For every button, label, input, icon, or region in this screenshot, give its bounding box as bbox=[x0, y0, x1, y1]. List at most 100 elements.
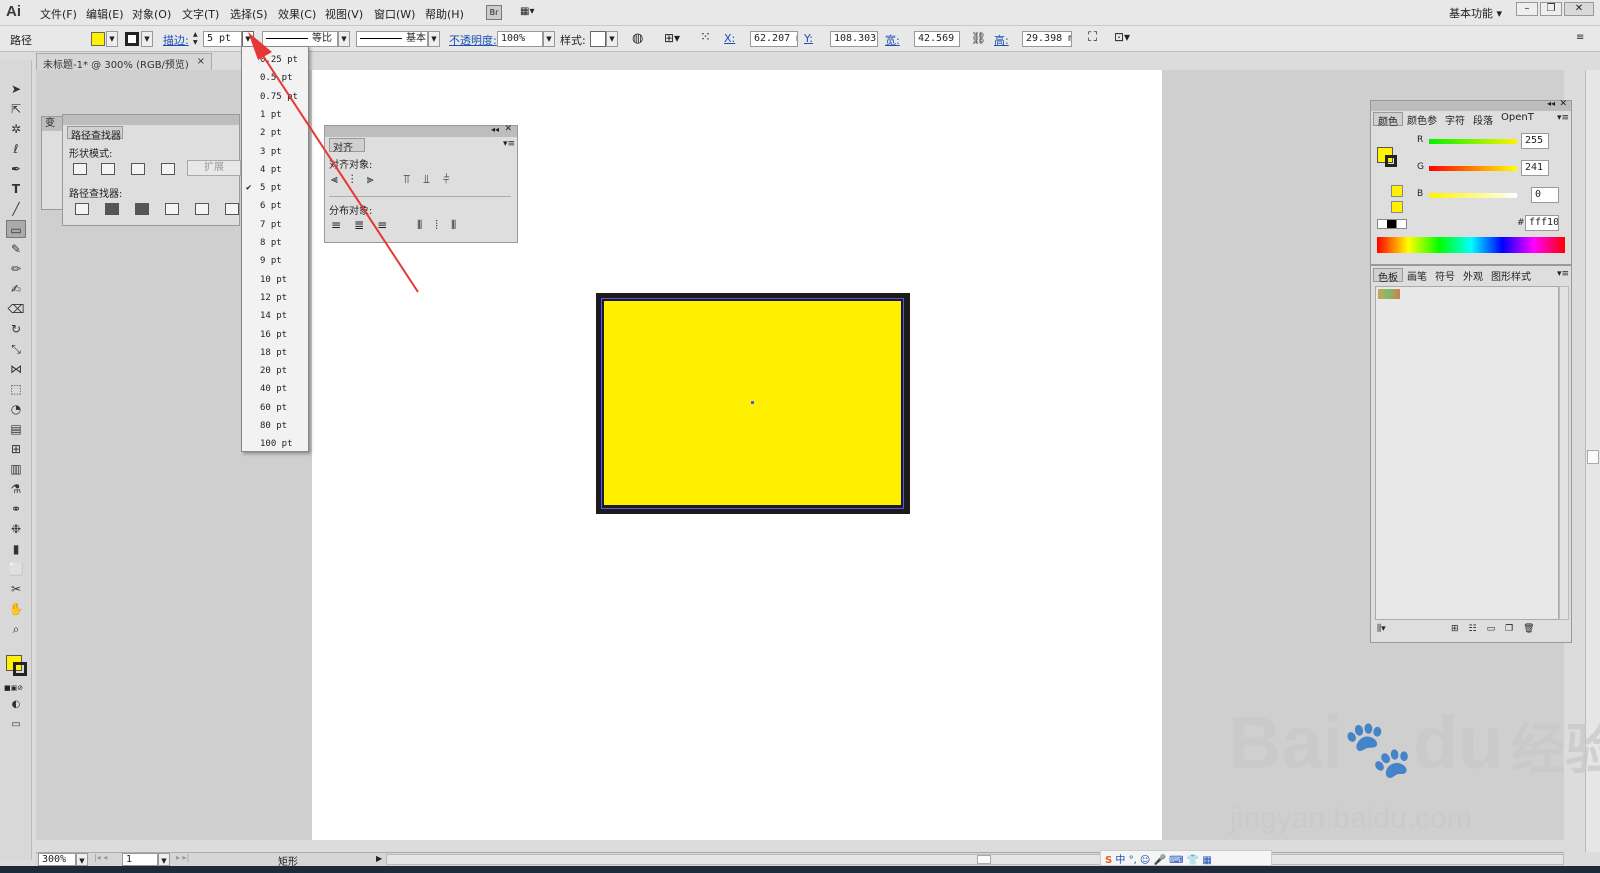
tab-graphic-styles[interactable]: 图形样式 bbox=[1487, 268, 1535, 283]
direct-selection-tool-icon[interactable]: ⇱ bbox=[6, 100, 26, 118]
tab-symbols[interactable]: 符号 bbox=[1431, 268, 1459, 283]
zoom-field[interactable]: 300% bbox=[38, 853, 76, 866]
pathfinder-panel-header[interactable] bbox=[63, 115, 239, 125]
stroke-option[interactable]: 80 pt bbox=[242, 417, 308, 435]
color-collapse-icon[interactable]: ◂◂ bbox=[1547, 99, 1555, 108]
menu-edit[interactable]: 编辑(E) bbox=[86, 6, 124, 22]
minus-front-icon[interactable] bbox=[101, 163, 115, 175]
tab-paragraph[interactable]: 段落 bbox=[1469, 112, 1497, 127]
menu-object[interactable]: 对象(O) bbox=[132, 6, 171, 22]
hex-field[interactable]: fff100 bbox=[1525, 215, 1559, 231]
magic-wand-tool-icon[interactable]: ✲ bbox=[6, 120, 26, 138]
tab-appearance[interactable]: 外观 bbox=[1459, 268, 1487, 283]
unite-icon[interactable] bbox=[73, 163, 87, 175]
r-slider[interactable] bbox=[1429, 139, 1517, 144]
menu-file[interactable]: 文件(F) bbox=[40, 6, 77, 22]
g-field[interactable]: 241 bbox=[1521, 160, 1549, 176]
fill-dropdown[interactable]: ▼ bbox=[106, 31, 118, 47]
fill-swatch[interactable] bbox=[91, 32, 105, 46]
workspace-switcher[interactable]: 基本功能 ▾ bbox=[1449, 5, 1502, 21]
bridge-button[interactable]: Br bbox=[486, 5, 502, 20]
x-link[interactable]: X: bbox=[724, 32, 735, 45]
document-close-icon[interactable]: × bbox=[197, 56, 205, 67]
menu-effect[interactable]: 效果(C) bbox=[278, 6, 316, 22]
trim-icon[interactable] bbox=[105, 203, 119, 215]
opacity-field[interactable]: 100% bbox=[497, 31, 543, 47]
swatch-list[interactable] bbox=[1375, 286, 1559, 620]
arrange-documents-button[interactable]: ▦▾ bbox=[520, 6, 542, 19]
line-tool-icon[interactable]: ╱ bbox=[6, 200, 26, 218]
stroke-option[interactable]: 40 pt bbox=[242, 380, 308, 398]
tab-brushes[interactable]: 画笔 bbox=[1403, 268, 1431, 283]
blob-brush-tool-icon[interactable]: ✍ bbox=[6, 280, 26, 298]
shape-builder-tool-icon[interactable]: ◔ bbox=[6, 400, 26, 418]
draw-mode-icon[interactable]: ◐ bbox=[6, 696, 26, 714]
color-stroke-box[interactable] bbox=[1385, 155, 1397, 167]
stroke-option[interactable]: 18 pt bbox=[242, 344, 308, 362]
align-collapse-icon[interactable]: ◂◂ bbox=[491, 125, 499, 134]
color-panel-menu-icon[interactable]: ▾≡ bbox=[1557, 113, 1569, 123]
artboard-dropdown[interactable]: ▼ bbox=[158, 853, 170, 866]
outline-icon[interactable] bbox=[195, 203, 209, 215]
swatches-menu-icon[interactable]: ▾≡ bbox=[1557, 269, 1569, 279]
stroke-spinner[interactable]: ▲ ▼ bbox=[193, 31, 202, 47]
color-spectrum[interactable] bbox=[1377, 237, 1565, 253]
pencil-tool-icon[interactable]: ✏ bbox=[6, 260, 26, 278]
menu-view[interactable]: 视图(V) bbox=[325, 6, 363, 22]
width-field[interactable]: 42.569 m bbox=[914, 31, 960, 47]
restore-button[interactable]: ❐ bbox=[1540, 2, 1562, 16]
type-tool-icon[interactable]: T bbox=[6, 180, 26, 198]
swatch-libraries-icon[interactable]: ⫼▾ bbox=[1377, 624, 1386, 634]
menu-type[interactable]: 文字(T) bbox=[182, 6, 219, 22]
status-menu-arrow[interactable]: ▶ bbox=[376, 854, 382, 863]
opacity-dropdown[interactable]: ▼ bbox=[543, 31, 555, 47]
x-field[interactable]: 62.207 m bbox=[750, 31, 798, 47]
hand-tool-icon[interactable]: ✋ bbox=[6, 600, 26, 618]
divide-icon[interactable] bbox=[75, 203, 89, 215]
transform-options-icon[interactable]: ⊡▾ bbox=[1114, 30, 1130, 44]
mesh-tool-icon[interactable]: ⊞ bbox=[6, 440, 26, 458]
align-close-icon[interactable]: ✕ bbox=[504, 124, 512, 134]
paintbrush-tool-icon[interactable]: ✎ bbox=[6, 240, 26, 258]
perspective-grid-tool-icon[interactable]: ▤ bbox=[6, 420, 26, 438]
stroke-option[interactable]: 16 pt bbox=[242, 326, 308, 344]
ime-tools-icons[interactable]: °, ☺ 🎤 ⌨ 👕 ▦ bbox=[1129, 855, 1212, 866]
web-safe-swatch[interactable] bbox=[1391, 201, 1403, 213]
constrain-proportions-icon[interactable]: ⛓ bbox=[971, 31, 986, 45]
close-window-button[interactable]: ✕ bbox=[1564, 2, 1594, 16]
height-field[interactable]: 29.398 m bbox=[1022, 31, 1072, 47]
next-artboard-icon[interactable]: ▸ ▸| bbox=[176, 853, 189, 862]
color-close-icon[interactable]: ✕ bbox=[1559, 99, 1567, 109]
stroke-color-box[interactable] bbox=[13, 662, 27, 676]
b-slider[interactable] bbox=[1429, 193, 1517, 198]
minimize-button[interactable]: – bbox=[1516, 2, 1538, 16]
eyedropper-tool-icon[interactable]: ⚗ bbox=[6, 480, 26, 498]
tab-swatches[interactable]: 色板 bbox=[1373, 268, 1403, 284]
stroke-option[interactable]: 14 pt bbox=[242, 307, 308, 325]
out-of-gamut-swatch[interactable] bbox=[1391, 185, 1403, 197]
crop-icon[interactable] bbox=[165, 203, 179, 215]
control-menu-icon[interactable]: ≡ bbox=[1576, 32, 1584, 43]
slice-tool-icon[interactable]: ✂ bbox=[6, 580, 26, 598]
stroke-weight-field[interactable]: 5 pt bbox=[203, 31, 242, 47]
scale-tool-icon[interactable]: ⤡ bbox=[6, 340, 26, 358]
intersect-icon[interactable] bbox=[131, 163, 145, 175]
width-link[interactable]: 宽: bbox=[885, 32, 900, 48]
horizontal-scrollbar-thumb[interactable] bbox=[977, 855, 991, 864]
stroke-option[interactable]: 20 pt bbox=[242, 362, 308, 380]
swatches-scrollbar[interactable] bbox=[1559, 286, 1569, 620]
free-transform-tool-icon[interactable]: ⬚ bbox=[6, 380, 26, 398]
ime-mode-label[interactable]: 中 bbox=[1115, 855, 1125, 866]
isolate-icon[interactable]: ⛶ bbox=[1088, 30, 1097, 45]
tab-opentype[interactable]: OpenT bbox=[1497, 112, 1538, 126]
lasso-tool-icon[interactable]: ℓ bbox=[6, 140, 26, 158]
symbol-sprayer-tool-icon[interactable]: ❉ bbox=[6, 520, 26, 538]
align-options-icon[interactable]: ⊞▾ bbox=[664, 31, 680, 45]
stroke-option[interactable]: 100 pt bbox=[242, 435, 308, 453]
blend-tool-icon[interactable]: ⚭ bbox=[6, 500, 26, 518]
exclude-icon[interactable] bbox=[161, 163, 175, 175]
pen-tool-icon[interactable]: ✒ bbox=[6, 160, 26, 178]
rectangle-object[interactable] bbox=[596, 293, 910, 514]
expand-button[interactable]: 扩展 bbox=[187, 160, 241, 176]
width-tool-icon[interactable]: ⋈ bbox=[6, 360, 26, 378]
